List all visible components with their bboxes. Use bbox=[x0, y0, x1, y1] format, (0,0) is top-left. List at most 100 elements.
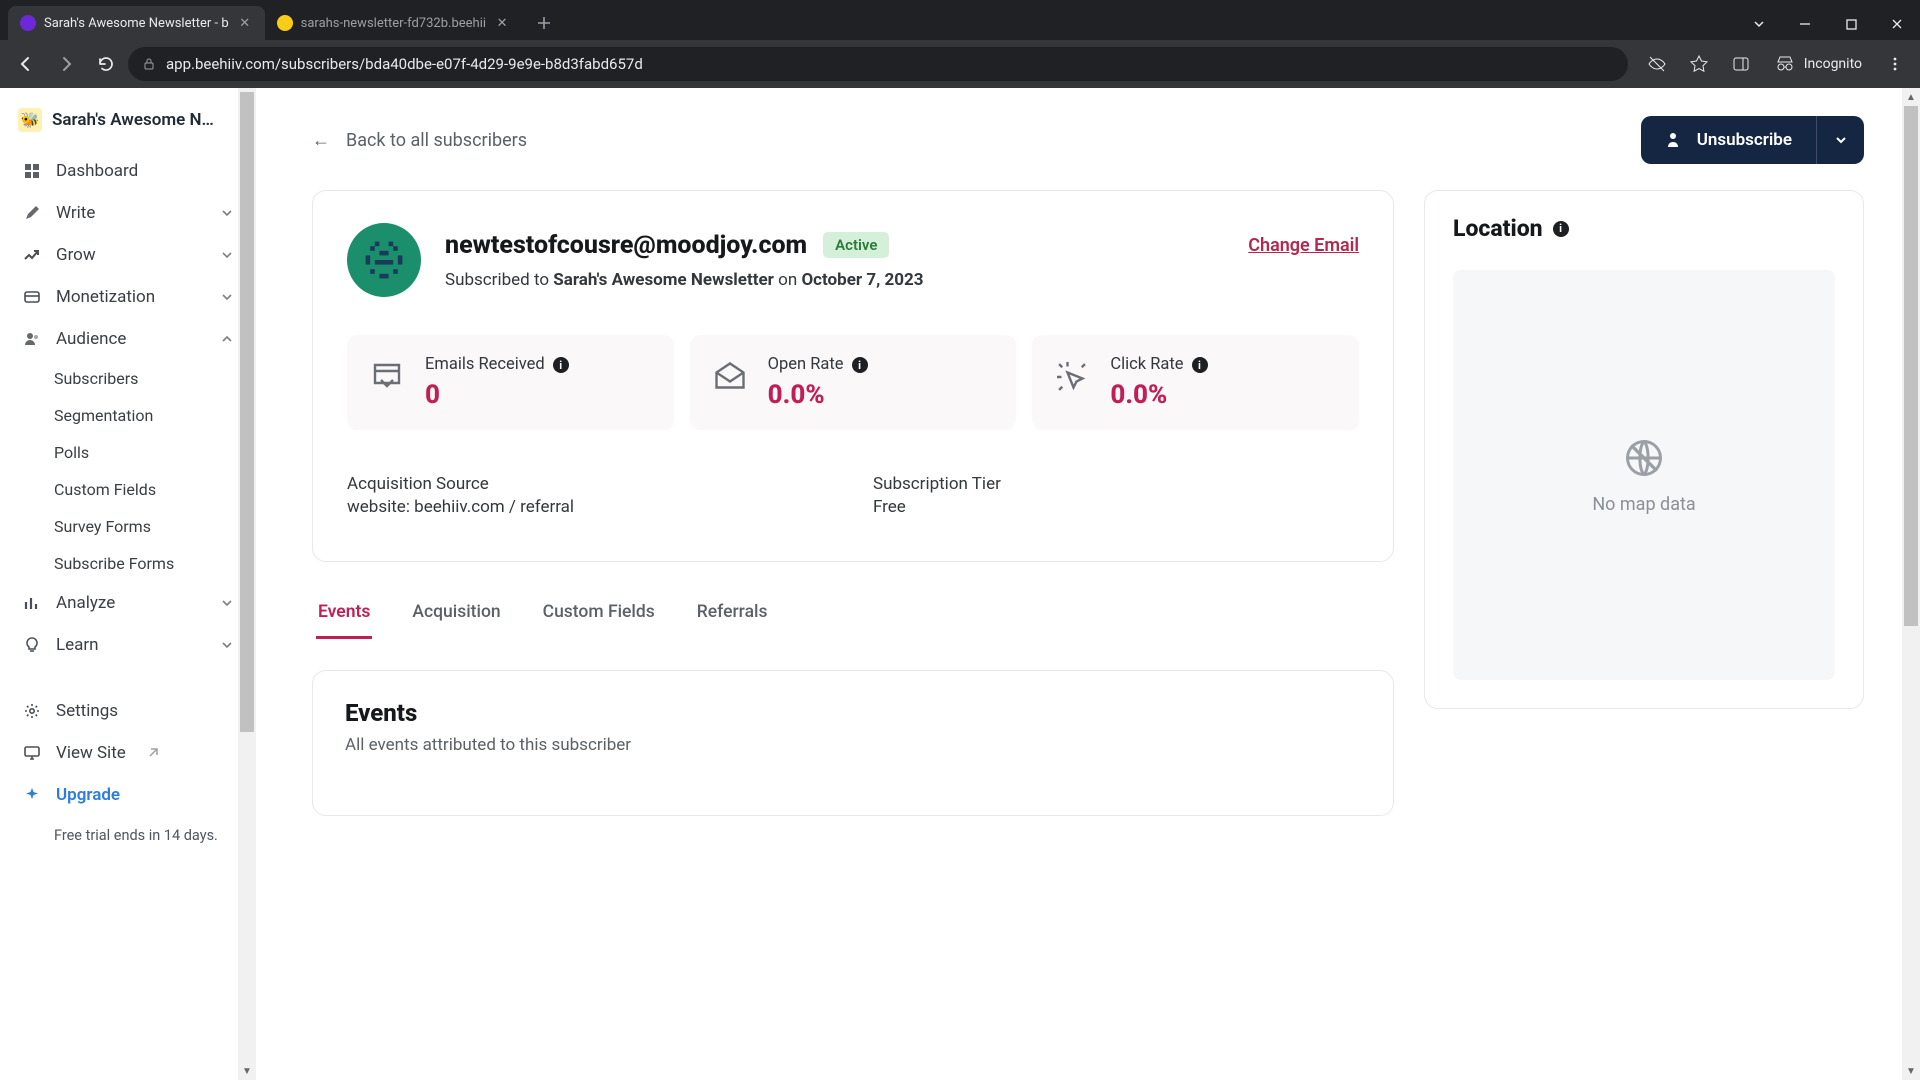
monitor-icon bbox=[22, 744, 42, 762]
grid-icon bbox=[22, 162, 42, 180]
panel-icon[interactable] bbox=[1724, 47, 1758, 81]
incognito-badge[interactable]: Incognito bbox=[1766, 53, 1870, 75]
sidebar-item-learn[interactable]: Learn bbox=[10, 624, 246, 666]
maximize-button[interactable] bbox=[1828, 8, 1874, 40]
acquisition-source-block: Acquisition Source website: beehiiv.com … bbox=[347, 474, 833, 517]
sidebar-item-write[interactable]: Write bbox=[10, 192, 246, 234]
info-icon[interactable]: i bbox=[553, 357, 569, 373]
sidebar-item-monetization[interactable]: Monetization bbox=[10, 276, 246, 318]
chevron-down-icon[interactable] bbox=[1736, 8, 1782, 40]
sidebar-item-label: Monetization bbox=[56, 287, 155, 307]
subscription-tier-block: Subscription Tier Free bbox=[873, 474, 1359, 517]
sidebar-item-label: Dashboard bbox=[56, 161, 138, 181]
meta-value: Free bbox=[873, 497, 1359, 517]
sidebar-sub-polls[interactable]: Polls bbox=[10, 434, 246, 471]
unsubscribe-button[interactable]: Unsubscribe bbox=[1641, 116, 1816, 164]
stat-open-rate: Open Rate i 0.0% bbox=[690, 335, 1017, 430]
browser-tab[interactable]: sarahs-newsletter-fd732b.beehii ✕ bbox=[265, 6, 522, 40]
sidebar-item-audience[interactable]: Audience bbox=[10, 318, 246, 360]
address-bar: app.beehiiv.com/subscribers/bda40dbe-e07… bbox=[0, 40, 1920, 88]
sidebar-sub-custom-fields[interactable]: Custom Fields bbox=[10, 471, 246, 508]
star-icon[interactable] bbox=[1682, 47, 1716, 81]
favicon-icon bbox=[20, 15, 36, 31]
meta-label: Acquisition Source bbox=[347, 474, 833, 494]
incognito-label: Incognito bbox=[1804, 56, 1862, 72]
chevron-down-icon bbox=[220, 248, 234, 262]
browser-tab-active[interactable]: Sarah's Awesome Newsletter - b ✕ bbox=[8, 6, 265, 40]
favicon-icon bbox=[277, 15, 293, 31]
external-link-icon bbox=[146, 746, 160, 760]
tab-events[interactable]: Events bbox=[316, 592, 372, 639]
tab-title: sarahs-newsletter-fd732b.beehii bbox=[301, 16, 486, 31]
lightbulb-icon bbox=[22, 636, 42, 654]
location-card: Location i No map data bbox=[1424, 190, 1864, 709]
status-badge: Active bbox=[823, 232, 889, 258]
back-button[interactable] bbox=[8, 46, 44, 82]
reload-button[interactable] bbox=[88, 46, 124, 82]
sidebar-item-label: Upgrade bbox=[56, 785, 120, 805]
workspace-name: Sarah's Awesome N… bbox=[52, 110, 214, 130]
sidebar-sub-survey-forms[interactable]: Survey Forms bbox=[10, 508, 246, 545]
sidebar: ▲ ▼ 🐝 Sarah's Awesome N… Dashboard Write… bbox=[0, 88, 256, 1080]
sidebar-sub-subscribers[interactable]: Subscribers bbox=[10, 360, 246, 397]
info-icon[interactable]: i bbox=[1553, 221, 1569, 237]
no-map-data-label: No map data bbox=[1592, 494, 1695, 515]
cursor-click-icon bbox=[1054, 359, 1092, 397]
tab-custom-fields[interactable]: Custom Fields bbox=[541, 592, 657, 639]
new-tab-button[interactable] bbox=[530, 9, 558, 37]
events-title: Events bbox=[345, 699, 1361, 727]
stat-value: 0.0% bbox=[1110, 380, 1337, 410]
change-email-link[interactable]: Change Email bbox=[1248, 235, 1359, 256]
card-icon bbox=[22, 288, 42, 306]
main-scrollbar[interactable]: ▲ ▼ bbox=[1902, 88, 1920, 1080]
stat-title: Open Rate bbox=[768, 355, 844, 376]
stat-value: 0.0% bbox=[768, 380, 995, 410]
gear-icon bbox=[22, 702, 42, 720]
sidebar-item-analyze[interactable]: Analyze bbox=[10, 582, 246, 624]
tab-acquisition[interactable]: Acquisition bbox=[410, 592, 502, 639]
lock-icon bbox=[142, 57, 156, 71]
app-root: ▲ ▼ 🐝 Sarah's Awesome N… Dashboard Write… bbox=[0, 88, 1920, 1080]
window-controls bbox=[1736, 8, 1920, 40]
sidebar-item-label: Audience bbox=[56, 329, 126, 349]
chevron-down-icon bbox=[220, 206, 234, 220]
info-icon[interactable]: i bbox=[1192, 357, 1208, 373]
sidebar-item-settings[interactable]: Settings bbox=[10, 690, 246, 732]
sidebar-item-upgrade[interactable]: Upgrade bbox=[10, 774, 246, 816]
close-icon[interactable]: ✕ bbox=[237, 15, 253, 31]
sidebar-item-grow[interactable]: Grow bbox=[10, 234, 246, 276]
sidebar-sub-subscribe-forms[interactable]: Subscribe Forms bbox=[10, 545, 246, 582]
workspace-switcher[interactable]: 🐝 Sarah's Awesome N… bbox=[10, 102, 246, 150]
forward-button[interactable] bbox=[48, 46, 84, 82]
close-icon[interactable]: ✕ bbox=[494, 15, 510, 31]
back-to-subscribers-link[interactable]: ← Back to all subscribers bbox=[312, 130, 527, 151]
subscribed-line: Subscribed to Sarah's Awesome Newsletter… bbox=[445, 270, 1359, 290]
info-icon[interactable]: i bbox=[852, 357, 868, 373]
tab-bar: Sarah's Awesome Newsletter - b ✕ sarahs-… bbox=[0, 0, 1920, 40]
sidebar-scrollbar[interactable]: ▲ ▼ bbox=[238, 88, 256, 1080]
kebab-menu-icon[interactable] bbox=[1878, 47, 1912, 81]
events-subtitle: All events attributed to this subscriber bbox=[345, 735, 1361, 755]
minimize-button[interactable] bbox=[1782, 8, 1828, 40]
meta-label: Subscription Tier bbox=[873, 474, 1359, 494]
chevron-down-icon bbox=[220, 290, 234, 304]
unsubscribe-dropdown-toggle[interactable] bbox=[1816, 116, 1864, 164]
sidebar-item-label: Grow bbox=[56, 245, 96, 265]
main-content: ▲ ▼ ← Back to all subscribers Unsubscrib… bbox=[256, 88, 1920, 1080]
meta-value: website: beehiiv.com / referral bbox=[347, 497, 833, 517]
subscriber-profile-card: newtestofcousre@moodjoy.com Active Chang… bbox=[312, 190, 1394, 562]
sidebar-sub-segmentation[interactable]: Segmentation bbox=[10, 397, 246, 434]
eye-off-icon[interactable] bbox=[1640, 47, 1674, 81]
stat-click-rate: Click Rate i 0.0% bbox=[1032, 335, 1359, 430]
trending-up-icon bbox=[22, 246, 42, 264]
sidebar-item-view-site[interactable]: View Site bbox=[10, 732, 246, 774]
tab-referrals[interactable]: Referrals bbox=[695, 592, 770, 639]
stat-title: Click Rate bbox=[1110, 355, 1183, 376]
inbox-icon bbox=[369, 359, 407, 397]
url-input[interactable]: app.beehiiv.com/subscribers/bda40dbe-e07… bbox=[128, 47, 1628, 81]
avatar bbox=[347, 223, 421, 297]
sparkle-icon bbox=[22, 786, 42, 804]
close-window-button[interactable] bbox=[1874, 8, 1920, 40]
browser-chrome: Sarah's Awesome Newsletter - b ✕ sarahs-… bbox=[0, 0, 1920, 88]
sidebar-item-dashboard[interactable]: Dashboard bbox=[10, 150, 246, 192]
